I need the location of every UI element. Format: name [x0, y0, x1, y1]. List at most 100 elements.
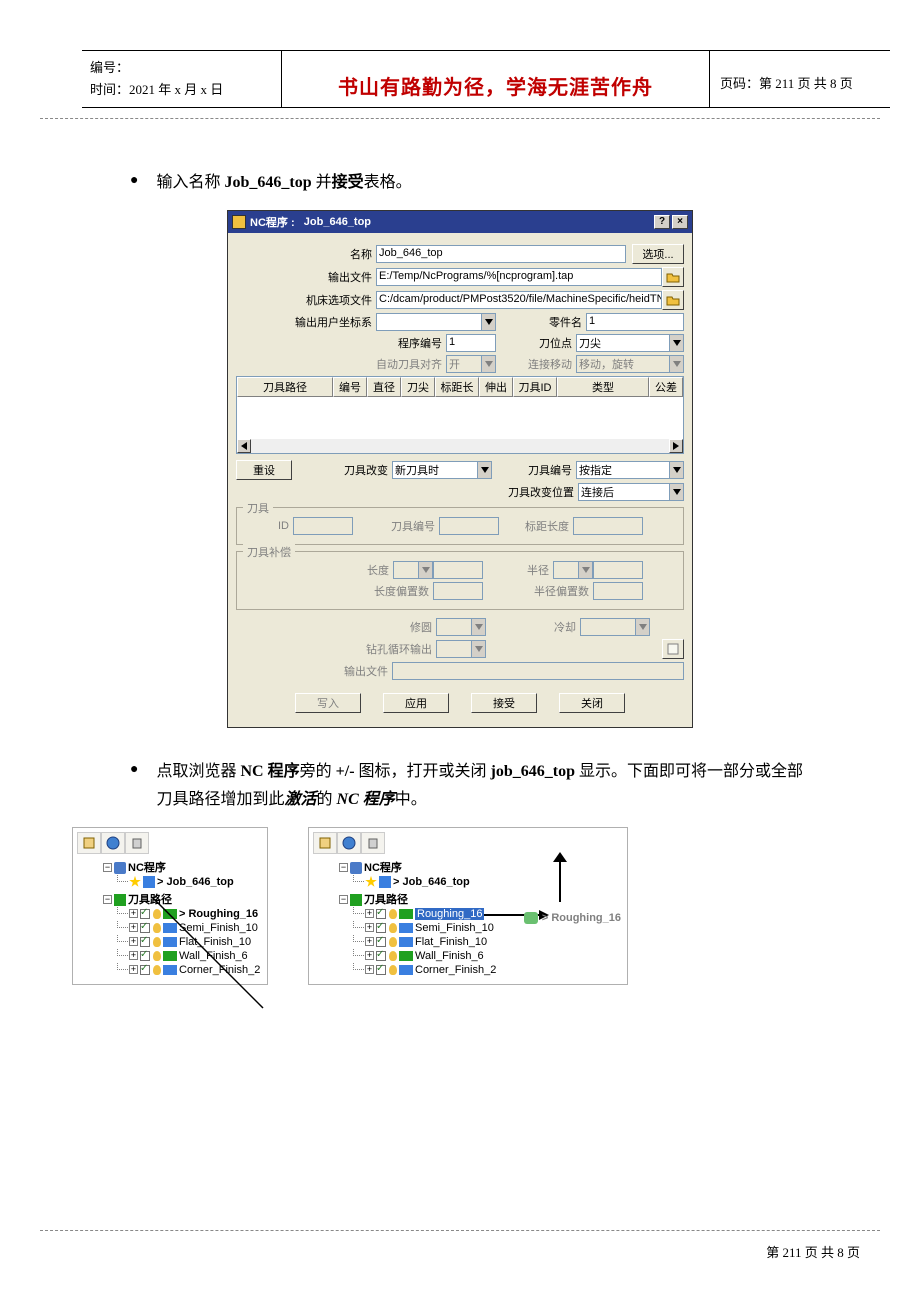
col-type[interactable]: 类型: [557, 377, 649, 397]
tree-node-job[interactable]: > Job_646_top: [353, 875, 623, 889]
outfile-input[interactable]: E:/Temp/NcPrograms/%[ncprogram].tap: [376, 268, 662, 286]
ucs-label: 输出用户坐标系: [236, 314, 376, 330]
apply-button[interactable]: 应用: [383, 693, 449, 713]
toolbar-button-3[interactable]: [361, 832, 385, 854]
plus-icon[interactable]: +: [365, 951, 374, 960]
col-diameter[interactable]: 直径: [367, 377, 401, 397]
plus-icon[interactable]: +: [365, 965, 374, 974]
tp-root-label: 刀具路径: [128, 894, 172, 906]
footer-page: 第 211 页 共 8 页: [766, 1242, 860, 1261]
scroll-right-button[interactable]: [669, 439, 683, 453]
toolbar-button-1[interactable]: [313, 832, 337, 854]
plus-icon[interactable]: +: [129, 937, 138, 946]
plus-icon[interactable]: +: [365, 937, 374, 946]
tp3-label: Flat_Finish_10: [415, 936, 487, 948]
browse-machopt-button[interactable]: [662, 290, 684, 310]
col-number[interactable]: 编号: [333, 377, 367, 397]
toolchange-dropdown[interactable]: 新刀具时: [392, 461, 492, 479]
dialog-titlebar[interactable]: NC程序 : Job_646_top ? ×: [228, 211, 692, 233]
nc-icon: [114, 862, 126, 874]
col-gauge[interactable]: 标距长: [435, 377, 479, 397]
minus-icon[interactable]: −: [339, 863, 348, 872]
minus-icon[interactable]: −: [339, 895, 348, 904]
bullet1-suffix: 表格。: [364, 174, 412, 191]
ncprog-icon: [143, 876, 155, 888]
machopt-input[interactable]: C:/dcam/product/PMPost3520/file/MachineS…: [376, 291, 662, 309]
tree-item-roughing[interactable]: +> Roughing_16: [117, 907, 263, 921]
minus-icon[interactable]: −: [103, 895, 112, 904]
tree-node-nc[interactable]: − NC程序 > Job_646_top: [327, 858, 623, 890]
rad-input: [593, 561, 643, 579]
toolchange-label: 刀具改变: [292, 462, 392, 478]
toolno-dropdown[interactable]: 按指定: [576, 461, 684, 479]
chevron-down-icon: [481, 314, 495, 330]
toolpath-icon: [163, 951, 177, 961]
help-button[interactable]: ?: [654, 215, 670, 229]
lenoff-input: [433, 582, 483, 600]
tree-item-roughing[interactable]: +Roughing_16: [353, 907, 623, 921]
drill-dropdown: [436, 640, 486, 658]
edit-button[interactable]: [662, 639, 684, 659]
tree-item-semi[interactable]: +Semi_Finish_10: [117, 921, 263, 935]
accept-button[interactable]: 接受: [471, 693, 537, 713]
outfile2-input: [392, 662, 684, 680]
tree-node-nc[interactable]: − NC程序 > Job_646_top: [91, 858, 263, 890]
cool-dropdown: [580, 618, 650, 636]
plus-icon[interactable]: +: [129, 951, 138, 960]
plus-icon[interactable]: +: [129, 923, 138, 932]
col-tip[interactable]: 刀尖: [401, 377, 435, 397]
tree-item-corner[interactable]: +Corner_Finish_2: [117, 963, 263, 977]
nc-root-label: NC程序: [364, 862, 402, 874]
bullet-2: ● 点取浏览器 NC 程序旁的 +/- 图标，打开或关闭 job_646_top…: [130, 758, 880, 812]
partname-input[interactable]: 1: [586, 313, 684, 331]
plus-icon[interactable]: +: [129, 965, 138, 974]
bulb-icon: [153, 923, 161, 933]
plus-icon[interactable]: +: [365, 923, 374, 932]
tree-item-flat[interactable]: + Flat_Finish_10: [353, 935, 623, 949]
toolchangepos-dropdown[interactable]: 连接后: [578, 483, 684, 501]
name-input[interactable]: Job_646_top: [376, 245, 626, 263]
toolbar-button-2[interactable]: [337, 832, 361, 854]
check-icon: [376, 965, 386, 975]
col-toolpath[interactable]: 刀具路径: [237, 377, 333, 397]
job-label: > Job_646_top: [393, 876, 470, 888]
tree-item-wall[interactable]: +Wall_Finish_6: [117, 949, 263, 963]
tree-item-wall[interactable]: +Wall_Finish_6: [353, 949, 623, 963]
tree-item-corner[interactable]: +Corner_Finish_2: [353, 963, 623, 977]
toolpath-group-icon: [114, 894, 126, 906]
ucs-dropdown[interactable]: [376, 313, 496, 331]
browse-outfile-button[interactable]: [662, 267, 684, 287]
rad-label: 半径: [483, 562, 553, 578]
horizontal-scrollbar[interactable]: [237, 439, 683, 453]
explorer-tree-left[interactable]: − NC程序 > Job_646_top − 刀具路径 +> Roughing_16…: [72, 827, 268, 985]
plus-icon[interactable]: +: [365, 909, 374, 918]
tree-node-toolpath[interactable]: −刀具路径 +Roughing_16 +Semi_Finish_10 +Flat…: [327, 890, 623, 978]
chevron-down-icon: [477, 462, 491, 478]
tree-item-flat[interactable]: +Flat_Finish_10: [117, 935, 263, 949]
tree-node-toolpath[interactable]: − 刀具路径 +> Roughing_16 +Semi_Finish_10 +Fl…: [91, 890, 263, 978]
tool-group: 刀具 ID 刀具编号 标距长度: [236, 507, 684, 545]
minus-icon[interactable]: −: [103, 863, 112, 872]
tree-toolbar: [313, 832, 623, 854]
tree-item-semi[interactable]: +Semi_Finish_10: [353, 921, 623, 935]
header-pagecode: 页码：第 211 页 共 8 页: [710, 51, 890, 107]
scroll-left-button[interactable]: [237, 439, 251, 453]
reset-button[interactable]: 重设: [236, 460, 292, 480]
trim-dropdown: [436, 618, 486, 636]
col-overhang[interactable]: 伸出: [479, 377, 513, 397]
toolpath-grid[interactable]: 刀具路径 编号 直径 刀尖 标距长 伸出 刀具ID 类型 公差: [236, 376, 684, 454]
toolpt-dropdown[interactable]: 刀尖: [576, 334, 684, 352]
explorer-tree-right[interactable]: > Roughing_16 −NC程序 > Job_646_top −刀具路径 …: [308, 827, 628, 985]
options-button[interactable]: 选项...: [632, 244, 684, 264]
close-dialog-button[interactable]: 关闭: [559, 693, 625, 713]
toolbar-button-1[interactable]: [77, 832, 101, 854]
nc-root-label: NC程序: [128, 862, 166, 874]
col-toolid[interactable]: 刀具ID: [513, 377, 557, 397]
progno-input[interactable]: 1: [446, 334, 496, 352]
close-button[interactable]: ×: [672, 215, 688, 229]
toolbar-button-3[interactable]: [125, 832, 149, 854]
toolbar-button-2[interactable]: [101, 832, 125, 854]
tree-node-job[interactable]: > Job_646_top: [117, 875, 263, 889]
col-tolerance[interactable]: 公差: [649, 377, 683, 397]
plus-icon[interactable]: +: [129, 909, 138, 918]
